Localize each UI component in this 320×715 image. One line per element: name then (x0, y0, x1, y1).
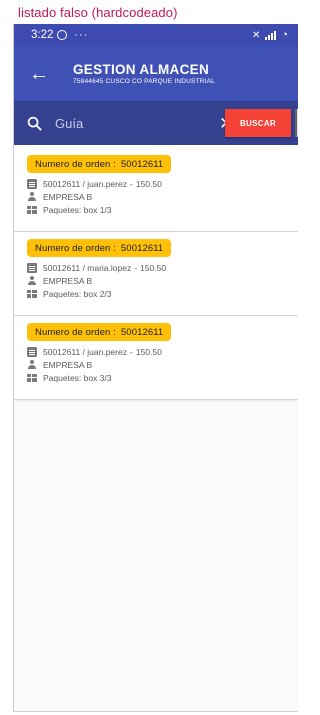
mute-icon: ✕ (251, 29, 261, 41)
order-number: 50012611 (120, 327, 164, 338)
company-row: EMPRESA B (27, 190, 298, 203)
buscar-button[interactable]: BUSCAR (225, 109, 291, 137)
back-arrow-icon[interactable]: ← (29, 64, 53, 84)
order-badge: Numero de orden : 50012611 (27, 155, 172, 173)
order-card[interactable]: Numero de orden : 50012611 50012611 / jua… (14, 316, 298, 400)
order-badge-label: Numero de orden : (35, 243, 116, 254)
company-row: EMPRESA B (27, 358, 298, 371)
package-icon (27, 373, 37, 382)
caption-text: listado falso (hardcodeado) (18, 5, 178, 20)
status-time: 3:22 (31, 29, 54, 41)
order-badge-label: Numero de orden : (35, 159, 116, 170)
order-card[interactable]: Numero de orden : 50012611 50012611 / jua… (14, 148, 298, 232)
order-list: Numero de orden : 50012611 50012611 / jua… (14, 145, 298, 400)
order-detail-row: 50012611 / juan.perez -150.50 (27, 345, 298, 358)
order-card[interactable]: Numero de orden : 50012611 50012611 / mar… (14, 232, 298, 316)
order-amount: 150.50 (135, 178, 162, 189)
phone-screen: 3:22 ··· ✕ ◔ ← GESTION ALMACEN 75844645 … (13, 24, 298, 712)
status-left: 3:22 ··· (31, 29, 88, 41)
order-badge-label: Numero de orden : (35, 327, 116, 338)
signal-icon (265, 30, 277, 40)
app-title-block: GESTION ALMACEN 75844645 CUSCO CO PARQUE… (73, 62, 215, 85)
packages-row: Paquetes: box 3/3 (27, 371, 298, 384)
person-icon (27, 359, 37, 370)
order-line: 50012611 / juan.perez (43, 178, 127, 189)
order-detail-row: 50012611 / juan.perez -150.50 (27, 177, 298, 190)
search-bar: ✕ BUSCAR (14, 101, 298, 145)
app-title: GESTION ALMACEN (73, 62, 209, 77)
company-row: EMPRESA B (27, 274, 298, 287)
package-icon (27, 205, 37, 214)
order-amount: 150.50 (140, 262, 167, 273)
order-detail-row: 50012611 / maria.lopez -150.50 (27, 261, 298, 274)
company-name: EMPRESA B (43, 191, 93, 202)
packages-row: Paquetes: box 2/3 (27, 287, 298, 300)
person-icon (27, 191, 37, 202)
packages-row: Paquetes: box 1/3 (27, 203, 298, 216)
company-name: EMPRESA B (43, 359, 93, 370)
status-right: ✕ ◔ (252, 29, 288, 41)
more-notifications-icon: ··· (74, 29, 89, 41)
order-line: 50012611 / maria.lopez (43, 262, 132, 273)
status-bar: 3:22 ··· ✕ ◔ (14, 24, 298, 46)
app-subtitle: 75844645 CUSCO CO PARQUE INDUSTRIAL (73, 78, 215, 85)
order-amount: 150.50 (135, 346, 162, 357)
person-icon (27, 275, 37, 286)
packages-text: Paquetes: box 2/3 (43, 288, 112, 299)
company-name: EMPRESA B (43, 275, 93, 286)
whatsapp-icon (57, 30, 68, 40)
order-number: 50012611 (120, 159, 164, 170)
packages-text: Paquetes: box 3/3 (43, 372, 112, 383)
document-icon (27, 178, 37, 189)
search-input[interactable] (55, 115, 200, 131)
cut-off-button[interactable] (295, 109, 298, 137)
document-icon (27, 346, 37, 357)
order-number: 50012611 (120, 243, 164, 254)
wifi-icon: ◔ (281, 29, 288, 41)
package-icon (27, 289, 37, 298)
document-icon (27, 262, 37, 273)
order-line: 50012611 / juan.perez (43, 346, 127, 357)
search-icon (27, 116, 42, 131)
order-badge: Numero de orden : 50012611 (27, 239, 172, 257)
packages-text: Paquetes: box 1/3 (43, 204, 112, 215)
app-bar: ← GESTION ALMACEN 75844645 CUSCO CO PARQ… (14, 46, 298, 101)
order-badge: Numero de orden : 50012611 (27, 323, 172, 341)
